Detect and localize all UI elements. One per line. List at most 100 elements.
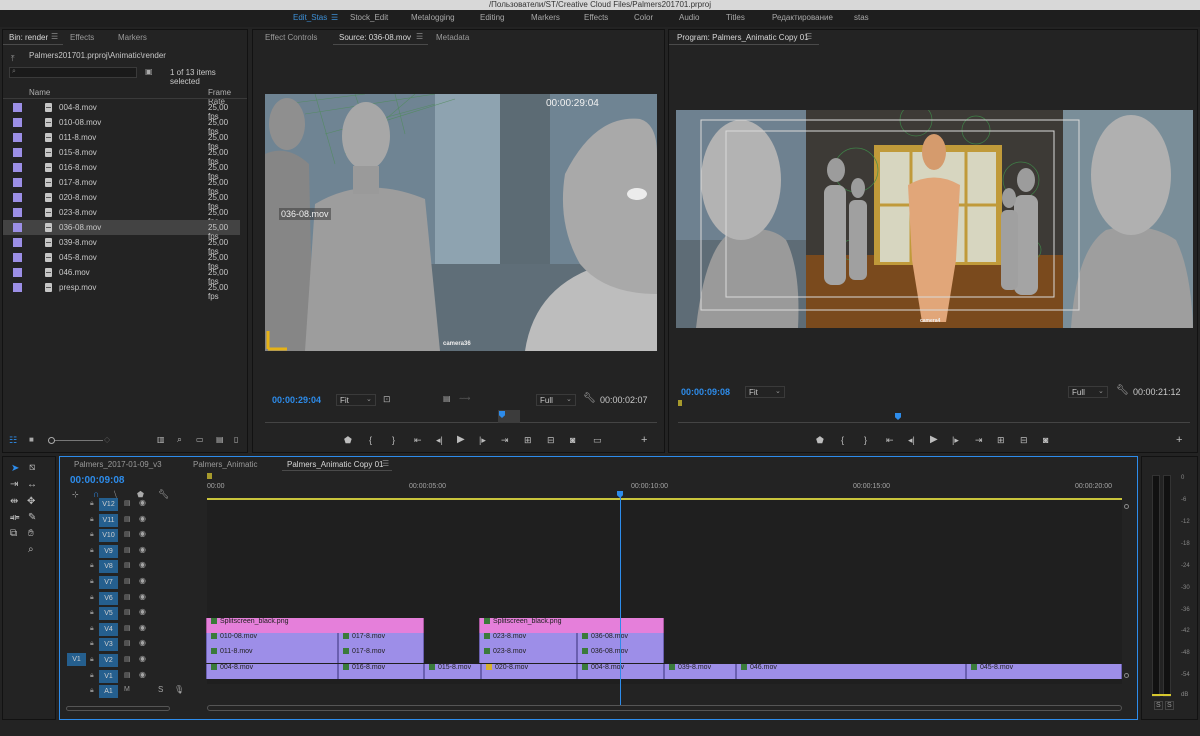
program-title[interactable]: Program: Palmers_Animatic Copy 01 (677, 33, 809, 42)
sync-lock-icon[interactable]: ▤ (124, 593, 131, 601)
track-name[interactable]: V12 (99, 498, 118, 511)
track-name[interactable]: V5 (99, 607, 118, 621)
list-item[interactable]: 004-8.mov 25,00 fps (3, 100, 240, 121)
panel-menu-icon[interactable]: ☰ (51, 32, 58, 41)
workspace-redaktirovanie[interactable]: Редактирование (772, 13, 833, 22)
tab-effect-controls[interactable]: Effect Controls (265, 33, 317, 42)
sync-lock-icon[interactable]: ▤ (124, 546, 131, 554)
tab-effects[interactable]: Effects (70, 33, 94, 42)
tab-markers[interactable]: Markers (118, 33, 147, 42)
source-timecode[interactable]: 00:00:29:04 (272, 395, 321, 405)
track-name[interactable]: V11 (99, 513, 118, 527)
export-frame-icon[interactable]: ◙ (1043, 435, 1048, 445)
tab-metadata[interactable]: Metadata (436, 33, 469, 42)
program-playhead[interactable] (895, 413, 901, 420)
eye-icon[interactable]: ◉ (139, 514, 146, 523)
label-color-swatch[interactable] (13, 178, 22, 187)
timeline-menu-icon[interactable]: ☰ (382, 459, 389, 468)
source-patch-v1[interactable]: V1 (67, 653, 86, 666)
sync-lock-icon[interactable]: ▤ (124, 608, 131, 616)
clip[interactable]: Splitscreen_black.png (206, 618, 424, 633)
play-icon[interactable]: ▶ (930, 434, 938, 445)
add-marker-icon[interactable]: ⬟ (816, 435, 824, 446)
new-item-icon[interactable]: ▤ (216, 435, 224, 444)
program-quality-select[interactable]: Full ⌄ (1068, 386, 1108, 398)
label-color-swatch[interactable] (13, 103, 22, 112)
track-name[interactable]: V1 (99, 669, 118, 683)
go-to-out-icon[interactable]: ⇥ (501, 435, 509, 446)
clip[interactable]: 046.mov (736, 664, 966, 679)
find-icon[interactable]: ⌕ (177, 434, 182, 445)
sync-lock-icon[interactable]: ▤ (124, 499, 131, 507)
horizontal-scrollbar[interactable] (66, 706, 170, 711)
sync-lock-icon[interactable]: ▤ (124, 639, 131, 647)
eye-icon[interactable]: ◉ (139, 607, 146, 616)
list-item[interactable]: 010-08.mov 25,00 fps (3, 115, 240, 136)
drag-video-icon[interactable]: ▤ (443, 394, 451, 403)
new-bin-icon[interactable]: ▭ (196, 435, 204, 444)
label-color-swatch[interactable] (13, 148, 22, 157)
program-scrubber[interactable] (678, 422, 1190, 423)
lock-icon[interactable]: 🔒︎ (90, 578, 94, 586)
solo-button[interactable]: S (158, 685, 163, 694)
eye-icon[interactable]: ◉ (139, 623, 146, 632)
list-item[interactable]: 011-8.mov 25,00 fps (3, 130, 240, 151)
track-name[interactable]: V8 (99, 560, 118, 574)
slide-tool-icon[interactable]: ⧉ (10, 528, 17, 539)
track-name[interactable]: V7 (99, 576, 118, 589)
sort-icon[interactable]: ◇ (104, 435, 110, 444)
track-name[interactable]: V10 (99, 529, 118, 543)
clip[interactable]: 045-8.mov (966, 664, 1122, 679)
go-to-in-icon[interactable]: ⇤ (886, 435, 894, 446)
list-item[interactable]: 036-08.mov 25,00 fps (3, 220, 240, 241)
extract-icon[interactable]: ⊟ (1020, 435, 1028, 446)
icon-view-icon[interactable]: ■ (29, 435, 34, 444)
mark-in-icon[interactable]: { (841, 435, 844, 445)
list-item[interactable]: 015-8.mov 25,00 fps (3, 145, 240, 166)
lock-icon[interactable]: 🔒︎ (90, 594, 94, 602)
lock-icon[interactable]: 🔒︎ (90, 547, 94, 555)
workspace-edit-stas[interactable]: Edit_Stas (293, 13, 327, 22)
zoom-slider-handle[interactable] (48, 437, 55, 444)
lock-icon[interactable]: 🔒︎ (90, 531, 94, 539)
sync-lock-icon[interactable]: ▤ (124, 671, 131, 679)
sync-lock-icon[interactable]: ▤ (124, 561, 131, 569)
rolling-edit-tool-icon[interactable]: ⇹ (10, 496, 18, 507)
workspace-stock-edit[interactable]: Stock_Edit (350, 13, 388, 22)
clip[interactable]: 020-8.mov (481, 664, 577, 679)
workspace-effects[interactable]: Effects (584, 13, 608, 22)
source-quality-select[interactable]: Full ⌄ (536, 394, 576, 406)
timeline-zoom-scrollbar[interactable] (207, 705, 1122, 711)
clip[interactable]: 023-8.mov (479, 633, 577, 648)
pen-tool-icon[interactable]: ✎ (28, 512, 36, 523)
list-item[interactable]: 045-8.mov 25,00 fps (3, 250, 240, 271)
sync-lock-icon[interactable]: ▤ (124, 530, 131, 538)
label-color-swatch[interactable] (13, 283, 22, 292)
new-search-bin-icon[interactable]: ▣ (145, 67, 153, 76)
label-color-swatch[interactable] (13, 253, 22, 262)
go-to-in-icon[interactable]: ⇤ (414, 435, 422, 446)
tab-source[interactable]: Source: 036-08.mov (339, 33, 411, 42)
list-item[interactable]: 017-8.mov 25,00 fps (3, 175, 240, 196)
eye-icon[interactable]: ◉ (139, 670, 146, 679)
tab-sequence-v3[interactable]: Palmers_2017-01-09_v3 (74, 460, 162, 469)
workspace-color[interactable]: Color (634, 13, 653, 22)
workspace-menu-icon[interactable]: ☰ (331, 13, 338, 22)
insert-icon[interactable]: ⊞ (524, 435, 532, 446)
lock-icon[interactable]: 🔒︎ (90, 687, 94, 695)
rate-stretch-tool-icon[interactable]: ↔ (27, 479, 37, 490)
clip[interactable]: 016-8.mov (338, 664, 424, 679)
add-marker-icon[interactable]: ⬟ (344, 435, 352, 446)
hand-tool-icon[interactable]: ✋︎ (28, 528, 34, 539)
lock-icon[interactable]: 🔒︎ (90, 516, 94, 524)
workspace-titles[interactable]: Titles (726, 13, 745, 22)
eye-icon[interactable]: ◉ (139, 592, 146, 601)
razor-tool-icon[interactable]: ⟚ (10, 512, 19, 523)
source-settings-icon[interactable]: ⊡ (383, 394, 391, 405)
overwrite-icon[interactable]: ⊟ (547, 435, 555, 446)
lock-icon[interactable]: 🔒︎ (90, 640, 94, 648)
zoom-tool-icon[interactable]: ⌕ (28, 544, 34, 555)
step-back-icon[interactable]: ◂| (908, 435, 915, 446)
mute-button[interactable]: M (124, 686, 130, 693)
label-color-swatch[interactable] (13, 268, 22, 277)
